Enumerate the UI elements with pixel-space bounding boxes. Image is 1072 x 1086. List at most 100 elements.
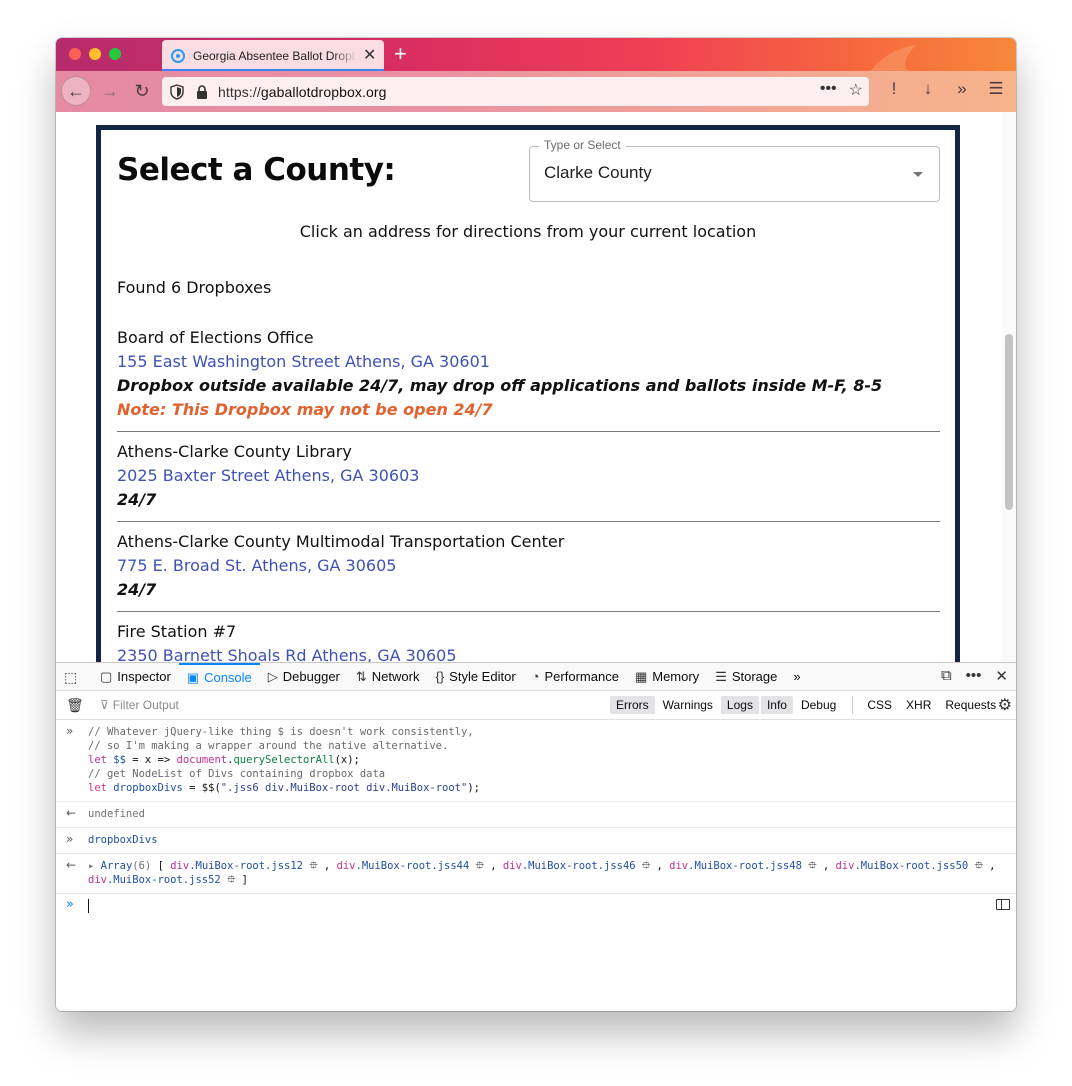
bookmark-star-icon[interactable]: ☆ [849, 80, 863, 100]
node-ref[interactable]: div.MuiBox-root.jss48 ⯐ [669, 859, 816, 872]
node-tag: div [88, 874, 107, 886]
county-select-value[interactable]: Clarke County [544, 163, 652, 183]
network-icon: ⇅ [355, 668, 367, 684]
console-result-message: ← ▸ Array(6) [ div.MuiBox-root.jss12 ⯐ , … [56, 854, 1016, 894]
tab-debugger[interactable]: ▷ Debugger [260, 663, 348, 690]
page-viewport: Select a County: Type or Select Clarke C… [56, 112, 1016, 662]
toolbar-right: ! ↓ » ☰ [884, 79, 1006, 99]
title-bar: Georgia Absentee Ballot Dropbox ✕ + [56, 38, 1016, 147]
tab-memory[interactable]: ▦ Memory [627, 663, 707, 690]
tab-console[interactable]: ▣ Console [178, 663, 260, 690]
result-arrow-icon: ← [66, 806, 77, 820]
node-ref[interactable]: div.MuiBox-root.jss50 ⯐ [835, 859, 983, 872]
page-actions-icon[interactable]: ••• [820, 80, 837, 100]
code-line: // so I'm making a wrapper around the na… [88, 740, 449, 752]
editor-mode-toggle-icon[interactable] [996, 899, 1010, 910]
array-label[interactable]: Array [101, 860, 133, 872]
county-select-label: Type or Select [539, 138, 626, 152]
element-picker-icon[interactable]: ⬚ [64, 669, 77, 686]
memory-icon: ▦ [634, 668, 648, 684]
dropbox-entry: Athens-Clarke County Library 2025 Baxter… [117, 432, 940, 522]
inspect-node-icon[interactable]: ⯐ [808, 859, 816, 872]
overflow-chevron-icon[interactable]: » [952, 79, 972, 99]
county-select[interactable]: Type or Select Clarke County [529, 138, 940, 202]
zoom-window-button[interactable] [109, 48, 121, 60]
devtools-overflow-button[interactable]: » [785, 663, 808, 690]
minimize-window-button[interactable] [89, 48, 101, 60]
url-bar[interactable]: https://gaballotdropbox.org ••• ☆ [162, 77, 869, 106]
lock-icon[interactable] [196, 84, 208, 99]
close-window-button[interactable] [69, 48, 81, 60]
dropbox-address-link[interactable]: 775 E. Broad St. Athens, GA 30605 [117, 554, 940, 578]
tab-label: Console [204, 670, 252, 685]
devtools-menu-icon[interactable]: ••• [966, 667, 982, 685]
url-bar-actions: ••• ☆ [820, 80, 863, 100]
devtools-panel: ⬚ ▢ Inspector ▣ Console ▷ Debugger ⇅ Network… [56, 662, 1016, 1011]
url-text[interactable]: https://gaballotdropbox.org [218, 84, 387, 100]
tab-style-editor[interactable]: {} Style Editor [427, 663, 523, 690]
url-scheme: https:// [218, 83, 261, 100]
browser-tab-active[interactable]: Georgia Absentee Ballot Dropbox ✕ [162, 40, 384, 71]
tab-performance[interactable]: ◔ Performance [524, 663, 627, 690]
site-favicon-icon [171, 48, 185, 63]
results-count: Found 6 Dropboxes [117, 278, 272, 297]
forward-button[interactable]: → [96, 77, 124, 105]
level-info-toggle[interactable]: Info [760, 696, 793, 714]
extension-icon[interactable]: ! [884, 79, 904, 99]
tab-label: Inspector [117, 669, 171, 684]
node-ref[interactable]: div.MuiBox-root.jss46 ⯐ [502, 859, 650, 872]
dropbox-panel: Select a County: Type or Select Clarke C… [96, 125, 960, 662]
expand-triangle-icon[interactable]: ▸ [88, 860, 101, 872]
reload-button[interactable]: ↻ [128, 77, 156, 105]
tab-close-icon[interactable]: ✕ [363, 47, 376, 64]
node-ref[interactable]: div.MuiBox-root.jss44 ⯐ [337, 859, 484, 872]
back-button[interactable]: ← [61, 76, 91, 106]
inspect-node-icon[interactable]: ⯐ [975, 859, 983, 872]
tracking-shield-icon[interactable] [170, 83, 184, 100]
style-editor-icon: {} [435, 669, 445, 684]
console-settings-gear-icon[interactable]: ⚙ [998, 695, 1012, 715]
url-host: gaballotdropbox.org [260, 83, 387, 100]
level-warnings-toggle[interactable]: Warnings [657, 696, 719, 714]
inspect-node-icon[interactable]: ⯐ [642, 859, 650, 872]
filter-placeholder: Filter Output [112, 698, 179, 712]
node-tag: div [502, 860, 522, 872]
console-input-line[interactable]: » [56, 894, 1016, 918]
inspect-node-icon[interactable]: ⯐ [227, 873, 235, 886]
clear-console-trash-icon[interactable]: 🗑 [66, 697, 84, 714]
tab-storage[interactable]: ☰ Storage [707, 663, 785, 690]
dropbox-hours: Dropbox outside available 24/7, may drop… [117, 376, 883, 395]
filter-requests-toggle[interactable]: Requests [939, 696, 1002, 714]
filter-xhr-toggle[interactable]: XHR [900, 696, 937, 714]
input-chevron-icon: » [66, 724, 74, 738]
tab-inspector[interactable]: ▢ Inspector [92, 663, 179, 690]
inspect-node-icon[interactable]: ⯐ [309, 859, 317, 872]
responsive-design-icon[interactable]: ⧉ [941, 667, 952, 685]
node-ref[interactable]: div.MuiBox-root.jss52 ⯐ [88, 873, 235, 886]
hamburger-menu-icon[interactable]: ☰ [986, 79, 1006, 99]
filter-css-toggle[interactable]: CSS [861, 696, 898, 714]
tab-network[interactable]: ⇅ Network [348, 663, 428, 690]
level-logs-toggle[interactable]: Logs [720, 696, 759, 714]
page-scrollbar-thumb[interactable] [1005, 334, 1013, 510]
caret-down-icon[interactable] [913, 172, 923, 177]
level-errors-toggle[interactable]: Errors [610, 696, 655, 714]
dropbox-address-link[interactable]: 2025 Baxter Street Athens, GA 30603 [117, 464, 940, 488]
array-bracket: [ [157, 860, 164, 872]
inspect-node-icon[interactable]: ⯐ [476, 859, 484, 872]
console-input-message: » dropboxDivs [56, 828, 1016, 854]
inspector-icon: ▢ [100, 668, 113, 684]
close-devtools-icon[interactable]: ✕ [995, 667, 1008, 685]
console-icon: ▣ [186, 669, 200, 685]
node-class: .MuiBox-root.jss52 [106, 874, 221, 886]
dropbox-address-link[interactable]: 155 East Washington Street Athens, GA 30… [117, 350, 940, 374]
filter-output-input[interactable]: ⊽ Filter Output [100, 698, 179, 712]
page-scrollbar[interactable] [1002, 112, 1016, 662]
level-debug-toggle[interactable]: Debug [795, 696, 842, 714]
dropbox-address-link[interactable]: 2350 Barnett Shoals Rd Athens, GA 30605 [117, 644, 940, 662]
dropbox-hours: 24/7 [117, 580, 157, 599]
node-ref[interactable]: div.MuiBox-root.jss12 ⯐ [170, 859, 317, 872]
console-output: » // Whatever jQuery-like thing $ is does… [56, 720, 1016, 918]
new-tab-button[interactable]: + [394, 42, 407, 66]
download-icon[interactable]: ↓ [918, 79, 938, 99]
